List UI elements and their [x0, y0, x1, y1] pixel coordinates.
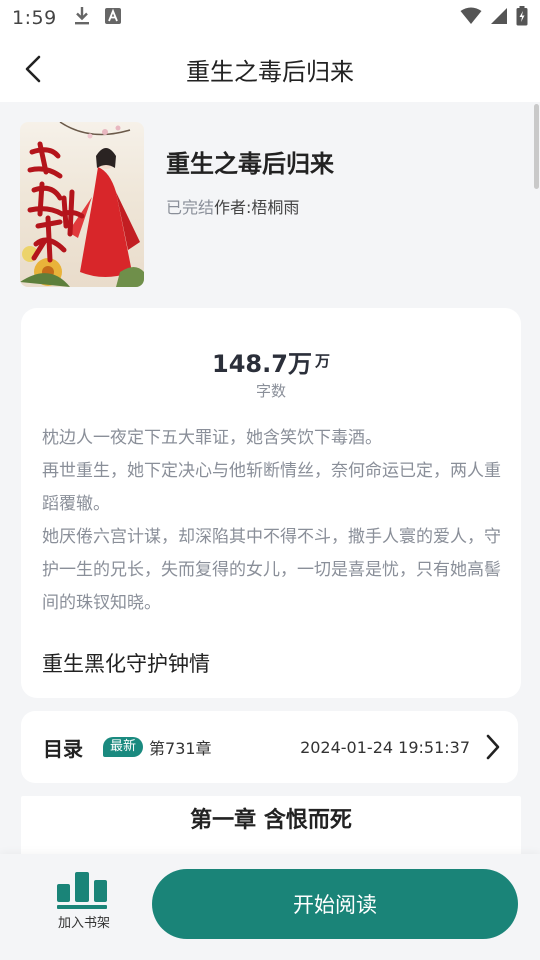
chevron-right-icon — [482, 733, 504, 761]
shelf-label: 加入书架 — [57, 916, 110, 931]
chapter-title: 第一章 含恨而死 — [190, 808, 352, 833]
book-cover[interactable] — [20, 122, 144, 287]
book-meta: 已完结 作者: 梧桐雨 — [166, 194, 299, 218]
book-author[interactable]: 梧桐雨 — [251, 194, 299, 218]
toc-label: 目录 — [43, 736, 83, 761]
table-of-contents-row[interactable]: 目录 最新 第731章 2024-01-24 19:51:37 — [21, 711, 518, 783]
bottom-bar: 加入书架 开始阅读 — [0, 854, 540, 960]
add-to-shelf-button[interactable]: 加入书架 — [44, 866, 124, 932]
back-button[interactable] — [14, 50, 52, 88]
wordcount-label: 字数 — [255, 382, 286, 400]
start-reading-button[interactable]: 开始阅读 — [152, 869, 518, 939]
chapter-preview[interactable]: 第一章 含恨而死 — [21, 796, 521, 854]
synopsis-paragraph: 枕边人一夜定下五大罪证，她含笑饮下毒酒。 — [42, 428, 382, 448]
wordcount-value: 148.7万 — [212, 350, 312, 378]
latest-chapter: 第731章 — [149, 739, 212, 758]
latest-badge: 最新 — [103, 737, 144, 757]
book-detail-content[interactable]: 重生之毒后归来 已完结 作者: 梧桐雨 148.7万万 字数 枕边人一夜定下五大… — [0, 102, 540, 854]
wordcount-unit: 万 — [314, 351, 330, 370]
update-time: 2024-01-24 19:51:37 — [300, 737, 470, 757]
synopsis-paragraph: 再世重生，她下定决心与他斩断情丝，奈何命运已定，两人重蹈覆辙。 — [42, 461, 501, 514]
book-title: 重生之毒后归来 — [166, 150, 334, 178]
scrollbar[interactable] — [534, 104, 539, 189]
cover-illustration — [20, 122, 144, 287]
chevron-left-icon — [25, 55, 41, 83]
text-app-icon — [104, 8, 121, 28]
book-header: 重生之毒后归来 已完结 作者: 梧桐雨 — [20, 122, 520, 288]
info-card: 148.7万万 字数 枕边人一夜定下五大罪证，她含笑饮下毒酒。 再世重生，她下定… — [21, 308, 521, 698]
bookshelf-icon — [57, 872, 107, 909]
signal-icon — [490, 7, 508, 29]
synopsis-paragraph: 她厌倦六宫计谋，却深陷其中不得不斗，撒手人寰的爱人，守护一生的兄长，失而复得的女… — [42, 527, 501, 613]
book-tags: 重生黑化守护钟情 — [42, 652, 210, 676]
wordcount: 148.7万万 — [21, 344, 521, 379]
status-right-icons — [460, 6, 528, 30]
book-status: 已完结 — [166, 198, 215, 217]
status-left-icons — [73, 6, 121, 30]
synopsis[interactable]: 枕边人一夜定下五大罪证，她含笑饮下毒酒。 再世重生，她下定决心与他斩断情丝，奈何… — [42, 422, 502, 620]
wifi-icon — [460, 7, 482, 29]
download-icon — [73, 6, 91, 30]
status-bar: 1:59 — [0, 0, 540, 36]
battery-icon — [516, 6, 528, 30]
nav-bar: 重生之毒后归来 — [0, 36, 540, 102]
page-title: 重生之毒后归来 — [186, 57, 354, 86]
status-time: 1:59 — [12, 7, 57, 29]
author-prefix: 作者: — [214, 198, 252, 217]
